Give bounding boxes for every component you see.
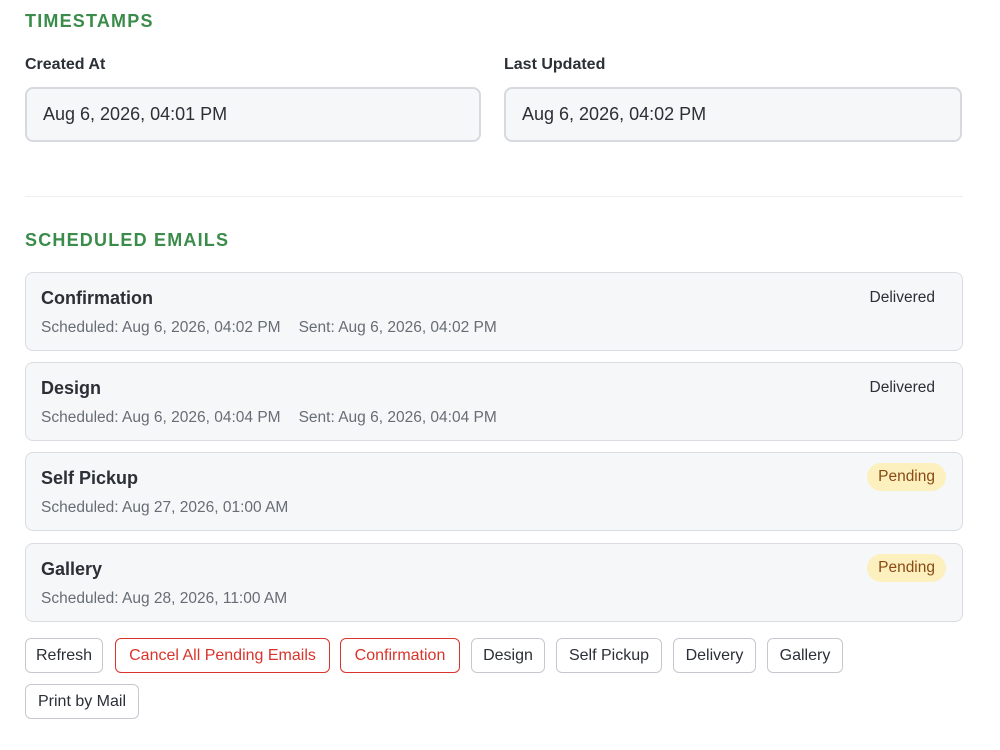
section-divider <box>25 196 963 197</box>
email-name: Confirmation <box>41 288 153 308</box>
email-meta: Scheduled: Aug 28, 2026, 11:00 AM <box>41 590 287 608</box>
status-badge: Pending <box>867 463 946 491</box>
send-delivery-button[interactable]: Delivery <box>673 638 756 673</box>
send-self-pickup-button[interactable]: Self Pickup <box>556 638 662 673</box>
scheduled-time: Scheduled: Aug 6, 2026, 04:04 PM <box>41 409 281 426</box>
email-card-confirmation: Confirmation Scheduled: Aug 6, 2026, 04:… <box>25 272 963 351</box>
send-gallery-button[interactable]: Gallery <box>767 638 843 673</box>
email-meta: Scheduled: Aug 27, 2026, 01:00 AM <box>41 499 288 517</box>
email-name: Self Pickup <box>41 468 139 488</box>
refresh-button[interactable]: Refresh <box>25 638 103 673</box>
last-updated-field[interactable]: Aug 6, 2026, 04:02 PM <box>504 87 962 142</box>
send-confirmation-button[interactable]: Confirmation <box>340 638 460 673</box>
created-at-label: Created At <box>25 56 106 73</box>
send-design-button[interactable]: Design <box>471 638 545 673</box>
sent-time: Sent: Aug 6, 2026, 04:04 PM <box>298 409 497 426</box>
created-at-field[interactable]: Aug 6, 2026, 04:01 PM <box>25 87 481 142</box>
last-updated-value: Aug 6, 2026, 04:02 PM <box>522 104 707 124</box>
timestamps-section-title: TIMESTAMPS <box>25 11 154 31</box>
cancel-all-pending-button[interactable]: Cancel All Pending Emails <box>115 638 330 673</box>
email-meta: Scheduled: Aug 6, 2026, 04:02 PM Sent: Au… <box>41 319 497 337</box>
sent-time: Sent: Aug 6, 2026, 04:02 PM <box>298 319 497 336</box>
email-name: Gallery <box>41 559 103 579</box>
status-badge: Delivered <box>869 289 935 306</box>
scheduled-emails-section-title: SCHEDULED EMAILS <box>25 230 230 250</box>
created-at-value: Aug 6, 2026, 04:01 PM <box>43 104 228 124</box>
scheduled-time: Scheduled: Aug 28, 2026, 11:00 AM <box>41 590 288 607</box>
status-badge: Pending <box>867 554 946 582</box>
last-updated-label: Last Updated <box>504 56 606 73</box>
scheduled-time: Scheduled: Aug 27, 2026, 01:00 AM <box>41 499 289 516</box>
print-by-mail-button[interactable]: Print by Mail <box>25 684 139 719</box>
scheduled-time: Scheduled: Aug 6, 2026, 04:02 PM <box>41 319 281 336</box>
email-meta: Scheduled: Aug 6, 2026, 04:04 PM Sent: Au… <box>41 409 497 427</box>
email-name: Design <box>41 378 102 398</box>
status-badge: Delivered <box>869 379 935 396</box>
email-card-design: Design Scheduled: Aug 6, 2026, 04:04 PM S… <box>25 362 963 441</box>
email-card-self-pickup: Self Pickup Scheduled: Aug 27, 2026, 01:… <box>25 452 963 531</box>
email-card-gallery: Gallery Scheduled: Aug 28, 2026, 11:00 A… <box>25 543 963 622</box>
